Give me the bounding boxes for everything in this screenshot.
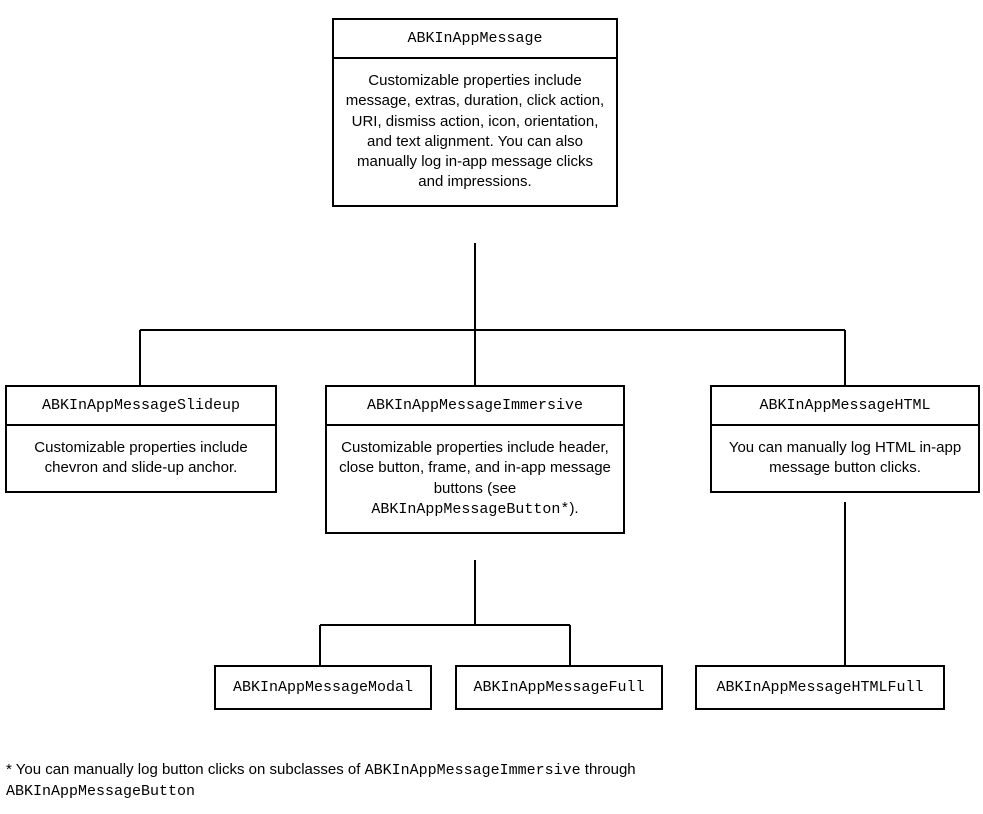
footnote: * You can manually log button clicks on …: [6, 760, 706, 803]
footnote-code2: ABKInAppMessageButton: [6, 783, 195, 800]
class-node-immersive: ABKInAppMessageImmersive Customizable pr…: [325, 385, 625, 534]
footnote-code1: ABKInAppMessageImmersive: [365, 762, 581, 779]
class-title: ABKInAppMessageSlideup: [7, 387, 275, 426]
footnote-mid: through: [581, 761, 636, 778]
desc-code: ABKInAppMessageButton*: [371, 501, 569, 518]
class-description: Customizable properties include header, …: [327, 426, 623, 532]
class-node-full: ABKInAppMessageFull: [455, 665, 663, 710]
class-description: Customizable properties include chevron …: [7, 426, 275, 491]
desc-text-post: ).: [569, 500, 578, 517]
class-title: ABKInAppMessageImmersive: [327, 387, 623, 426]
class-node-root: ABKInAppMessage Customizable properties …: [332, 18, 618, 207]
class-node-htmlfull: ABKInAppMessageHTMLFull: [695, 665, 945, 710]
class-description: Customizable properties include message,…: [334, 59, 616, 205]
class-title: ABKInAppMessageHTML: [712, 387, 978, 426]
class-node-slideup: ABKInAppMessageSlideup Customizable prop…: [5, 385, 277, 493]
footnote-pre: * You can manually log button clicks on …: [6, 761, 365, 778]
class-node-html: ABKInAppMessageHTML You can manually log…: [710, 385, 980, 493]
class-description: You can manually log HTML in-app message…: [712, 426, 978, 491]
class-title: ABKInAppMessage: [334, 20, 616, 59]
class-node-modal: ABKInAppMessageModal: [214, 665, 432, 710]
desc-text-pre: Customizable properties include header, …: [339, 439, 611, 497]
